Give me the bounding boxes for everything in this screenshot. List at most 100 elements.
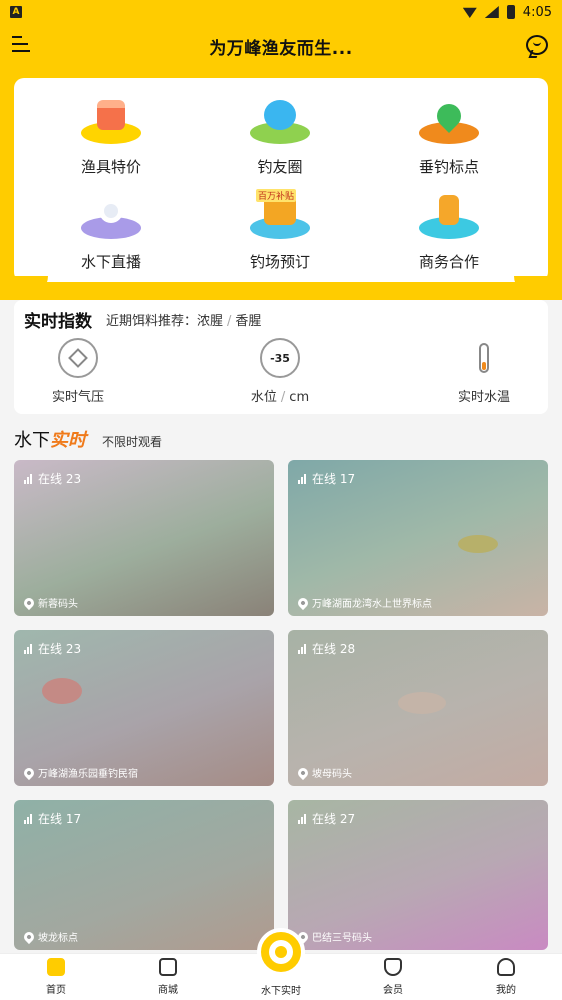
- bait-b: 香腥: [235, 314, 262, 329]
- signal-bars-icon: [24, 813, 34, 824]
- location-pin-icon: [295, 765, 311, 780]
- signal-bars-icon: [298, 643, 308, 654]
- grid-item-business[interactable]: 商务合作: [374, 193, 524, 283]
- signal-bars-icon: [298, 473, 308, 484]
- grid-item-tackle-sale[interactable]: 渔具特价: [36, 98, 186, 188]
- location-text: 新蓉码头: [38, 599, 78, 610]
- grid-label: 钓场预订: [249, 253, 310, 271]
- wifi-icon: [462, 7, 477, 18]
- online-text: 在线 23: [38, 642, 82, 656]
- grid-item-fishing-spot[interactable]: 垂钓标点: [374, 98, 524, 188]
- section-note: 不限时观看: [102, 435, 163, 449]
- section-title-b: 实时: [50, 430, 86, 451]
- location-text: 坡母码头: [312, 769, 352, 780]
- status-bar: A 4:05: [0, 0, 562, 24]
- tab-label: 商城: [158, 985, 178, 996]
- online-count: 在线 17: [24, 810, 81, 827]
- water-level-label: 水位 / cm: [251, 386, 309, 405]
- online-count: 在线 27: [298, 810, 355, 827]
- video-location: 万峰湖面龙湾水上世界标点: [295, 595, 432, 610]
- signal-bars-icon: [24, 473, 34, 484]
- shop-icon: [159, 958, 177, 976]
- location-pin-icon: [21, 929, 37, 944]
- header-bar: [62, 283, 500, 295]
- grid-item-underwater-live[interactable]: 水下直播: [36, 193, 186, 283]
- video-card[interactable]: 在线 28 坡母码头: [288, 630, 548, 786]
- home-icon: [47, 958, 65, 976]
- video-location: 坡母码头: [295, 765, 352, 780]
- grid-label: 水下直播: [80, 253, 141, 271]
- water-level-value: -35: [270, 351, 290, 365]
- shield-check-icon: [384, 958, 402, 976]
- menu-icon[interactable]: [12, 36, 30, 54]
- signal-bars-icon: [24, 643, 34, 654]
- online-count: 在线 28: [298, 640, 355, 657]
- tab-underwater-live[interactable]: 水下实时: [241, 982, 321, 997]
- location-pin-icon: [21, 765, 37, 780]
- user-icon: [497, 958, 515, 976]
- bait-separator: /: [227, 314, 232, 329]
- section-title-a: 水下: [14, 430, 50, 451]
- water-separator: /: [280, 390, 286, 405]
- tab-mall[interactable]: 商城: [128, 958, 208, 996]
- tab-membership[interactable]: 会员: [353, 958, 433, 996]
- online-text: 在线 23: [38, 472, 82, 486]
- video-card[interactable]: 在线 17 坡龙标点: [14, 800, 274, 950]
- video-card[interactable]: 在线 23 万峰湖渔乐园垂钓民宿: [14, 630, 274, 786]
- section-header: 水下 实时 不限时观看: [14, 426, 162, 452]
- online-count: 在线 23: [24, 470, 81, 487]
- online-text: 在线 17: [38, 812, 82, 826]
- online-text: 在线 28: [312, 642, 356, 656]
- angler-circle-icon: [250, 98, 310, 148]
- camera-lens-icon: [269, 940, 293, 964]
- grid-item-booking[interactable]: 百万补贴 钓场预订: [205, 189, 355, 283]
- water-level-gauge: -35: [260, 338, 300, 378]
- water-unit: cm: [289, 390, 310, 405]
- location-text: 万峰湖渔乐园垂钓民宿: [38, 769, 138, 780]
- online-count: 在线 23: [24, 640, 81, 657]
- tab-profile[interactable]: 我的: [466, 958, 546, 996]
- water-temp-meter[interactable]: 实时水温: [424, 338, 544, 405]
- location-text: 坡龙标点: [38, 933, 78, 944]
- online-text: 在线 27: [312, 812, 356, 826]
- tackle-sale-icon: [81, 98, 141, 148]
- grid-label: 商务合作: [418, 253, 479, 271]
- water-level-meter[interactable]: -35 水位 / cm: [220, 338, 340, 405]
- location-text: 巴结三号码头: [312, 933, 372, 944]
- index-title: 实时指数: [24, 312, 92, 332]
- feature-grid: 渔具特价 钓友圈 垂钓标点 水下直播 百万补贴 钓场预订 商务合作: [14, 78, 548, 282]
- online-text: 在线 17: [312, 472, 356, 486]
- tab-label: 首页: [46, 985, 66, 996]
- video-card[interactable]: 在线 23 新蓉码头: [14, 460, 274, 616]
- location-pin-icon: [295, 595, 311, 610]
- video-card[interactable]: 在线 17 万峰湖面龙湾水上世界标点: [288, 460, 548, 616]
- pressure-meter[interactable]: 实时气压: [18, 338, 138, 405]
- chat-icon[interactable]: [526, 35, 548, 55]
- video-card[interactable]: 在线 27 巴结三号码头: [288, 800, 548, 950]
- bait-a: 浓腥: [197, 314, 224, 329]
- page-title: 为万峰渔友而生...: [209, 38, 353, 59]
- underwater-live-button[interactable]: [257, 928, 305, 976]
- compass-icon: [58, 338, 98, 378]
- water-label: 水位: [250, 390, 277, 405]
- signal-bars-icon: [298, 813, 308, 824]
- video-location: 新蓉码头: [21, 595, 78, 610]
- thermometer-icon: [464, 338, 504, 378]
- grid-label: 钓友圈: [257, 158, 303, 176]
- fishing-spot-icon: [419, 98, 479, 148]
- video-location: 巴结三号码头: [295, 929, 372, 944]
- grid-label: 垂钓标点: [418, 158, 479, 176]
- business-icon: [419, 193, 479, 243]
- temp-label: 实时水温: [457, 390, 510, 405]
- grid-item-angler-circle[interactable]: 钓友圈: [205, 98, 355, 188]
- booking-badge: 百万补贴: [256, 189, 297, 202]
- tab-home[interactable]: 首页: [16, 958, 96, 996]
- tab-label: 水下实时: [261, 986, 301, 997]
- tab-label: 会员: [383, 985, 403, 996]
- online-count: 在线 17: [298, 470, 355, 487]
- location-pin-icon: [21, 595, 37, 610]
- signal-icon: [484, 6, 499, 18]
- location-text: 万峰湖面龙湾水上世界标点: [312, 599, 432, 610]
- app-notification-icon: A: [10, 6, 22, 18]
- tab-label: 我的: [496, 985, 516, 996]
